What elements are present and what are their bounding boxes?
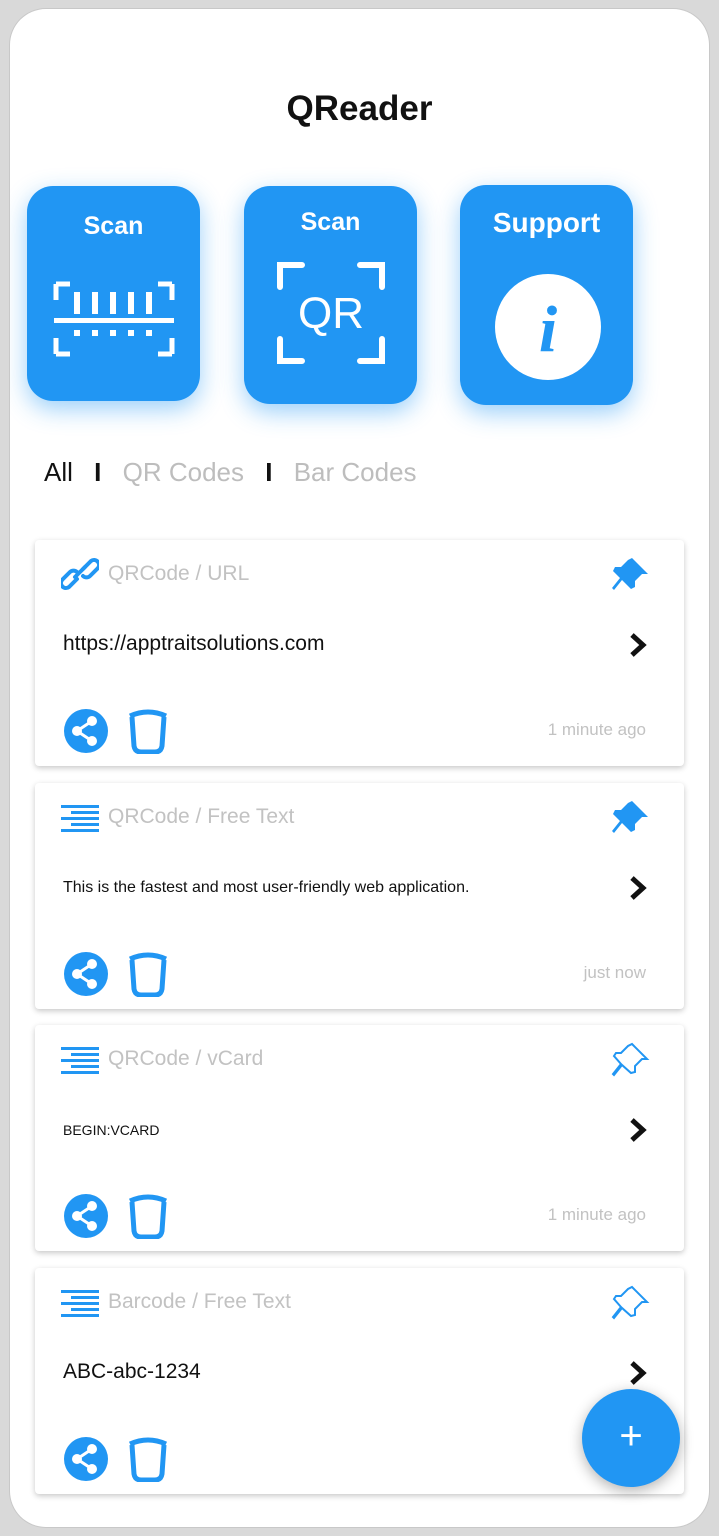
chevron-right-icon[interactable] — [628, 632, 648, 658]
code-type-label: QRCode / vCard — [108, 1047, 264, 1070]
app-screen: QReader Scan Scan QR Support i All I QR … — [10, 9, 709, 1527]
link-icon — [61, 558, 99, 590]
barcode-scan-icon — [53, 281, 175, 357]
chevron-right-icon[interactable] — [628, 875, 648, 901]
pin-outline-icon[interactable] — [610, 1284, 650, 1322]
code-content: ABC-abc-1234 — [63, 1360, 201, 1383]
scan-time: just now — [583, 963, 646, 982]
pin-filled-icon[interactable] — [610, 556, 650, 594]
chevron-right-icon[interactable] — [628, 1360, 648, 1386]
pin-filled-icon[interactable] — [610, 799, 650, 837]
scan-card[interactable]: QRCode / vCard BEGIN:VCARD 1 minute ago — [35, 1025, 684, 1251]
scan-qr-label: Scan — [300, 208, 361, 236]
scan-qr-tile[interactable]: Scan QR — [244, 186, 417, 404]
scan-barcode-label: Scan — [83, 212, 144, 240]
plus-icon: + — [619, 1414, 643, 1458]
info-icon-text: i — [539, 293, 558, 366]
trash-icon — [128, 952, 168, 997]
pin-outline-icon[interactable] — [610, 1041, 650, 1079]
info-icon: i — [495, 274, 601, 380]
chevron-right-icon[interactable] — [628, 1117, 648, 1143]
add-fab-button[interactable]: + — [582, 1389, 680, 1487]
scan-card[interactable]: QRCode / URL https://apptraitsolutions.c… — [35, 540, 684, 766]
share-button[interactable] — [63, 1436, 109, 1482]
trash-icon — [128, 1437, 168, 1482]
share-button[interactable] — [63, 951, 109, 997]
share-button[interactable] — [63, 708, 109, 754]
scan-barcode-tile[interactable]: Scan — [27, 186, 200, 401]
trash-icon — [128, 709, 168, 754]
qr-icon-text: QR — [298, 289, 364, 338]
delete-button[interactable] — [125, 949, 171, 997]
filter-tabs: All I QR Codes I Bar Codes — [44, 457, 431, 488]
delete-button[interactable] — [125, 1434, 171, 1482]
share-button[interactable] — [63, 1193, 109, 1239]
qr-scan-icon: QR — [277, 262, 385, 364]
code-content: This is the fastest and most user-friend… — [63, 879, 470, 896]
code-type-label: QRCode / Free Text — [108, 805, 295, 828]
tab-bar-codes[interactable]: Bar Codes — [294, 457, 417, 487]
delete-button[interactable] — [125, 1191, 171, 1239]
scan-time: 1 minute ago — [547, 720, 646, 739]
app-title: QReader — [286, 89, 433, 128]
support-label: Support — [492, 207, 601, 238]
tab-qr-codes[interactable]: QR Codes — [123, 457, 244, 487]
text-align-icon — [61, 1290, 99, 1317]
code-type-label: Barcode / Free Text — [108, 1290, 291, 1313]
delete-button[interactable] — [125, 706, 171, 754]
text-align-icon — [61, 805, 99, 832]
tab-separator: I — [94, 457, 102, 487]
scan-card[interactable]: QRCode / Free Text This is the fastest a… — [35, 783, 684, 1009]
scan-time: 1 minute ago — [547, 1205, 646, 1224]
code-type-label: QRCode / URL — [108, 562, 250, 585]
trash-icon — [128, 1194, 168, 1239]
code-content: https://apptraitsolutions.com — [63, 632, 325, 655]
tab-separator: I — [265, 457, 273, 487]
tab-all[interactable]: All — [44, 457, 73, 487]
text-align-icon — [61, 1047, 99, 1074]
support-tile[interactable]: Support i — [460, 185, 633, 405]
code-content: BEGIN:VCARD — [63, 1122, 160, 1138]
